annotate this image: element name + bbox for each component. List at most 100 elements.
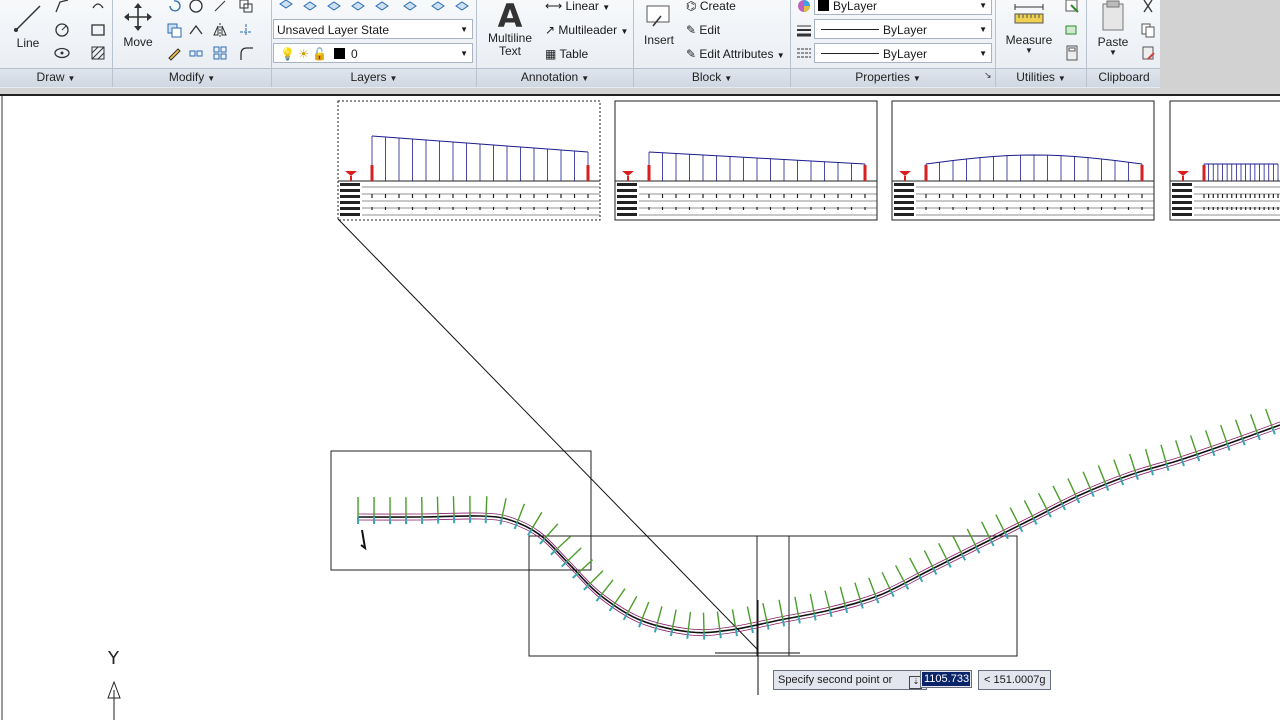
layer-lock-icon[interactable] (400, 0, 420, 16)
multiline-text-button[interactable]: A Multiline Text (484, 0, 536, 62)
cut-icon[interactable] (1138, 0, 1158, 16)
table-button[interactable]: ▦ Table (545, 46, 588, 62)
create-block-button[interactable]: ⌬ Create (686, 0, 736, 14)
trim-icon[interactable] (236, 20, 256, 40)
mirror-icon[interactable] (210, 20, 230, 40)
move-button[interactable]: Move (118, 2, 158, 52)
insert-block-icon (646, 5, 670, 27)
lightbulb-icon: 💡 (280, 47, 295, 61)
layer-properties-icon[interactable] (276, 0, 296, 16)
panel-title-block[interactable]: Block ▼ (634, 69, 790, 85)
layer-dropdown[interactable]: 💡 ☀ 🔓 0 ▼ (273, 43, 473, 63)
lineweight-dropdown[interactable]: ByLayer ▼ (814, 43, 992, 63)
layer-previous-icon[interactable] (452, 0, 472, 16)
ellipse-icon[interactable] (52, 43, 72, 63)
create-block-icon: ⌬ (686, 0, 697, 13)
rectangle-icon[interactable] (88, 20, 108, 40)
layer-state-dropdown[interactable]: Unsaved Layer State ▼ (273, 19, 473, 39)
paste-button[interactable]: Paste ▼ (1092, 0, 1134, 58)
erase-icon[interactable] (164, 43, 184, 63)
layer-color-swatch (333, 48, 345, 59)
panel-title-clipboard[interactable]: Clipboard (1087, 69, 1161, 85)
move-icon (124, 3, 152, 31)
current-layer-value: 0 (351, 47, 358, 61)
edit-block-button[interactable]: ✎ Edit (686, 22, 720, 38)
layer-match-icon[interactable] (428, 0, 448, 16)
ribbon: Line Draw ▼ Move Modify ▼ Unsaved Layer St… (0, 0, 1280, 88)
layer-state-icon[interactable] (300, 0, 320, 16)
profile-view[interactable] (337, 100, 601, 221)
angle-input[interactable]: < 151.0007g (978, 670, 1052, 690)
linetype-sample (821, 29, 879, 30)
sun-icon: ☀ (298, 47, 310, 61)
linetype-dropdown[interactable]: ByLayer ▼ (814, 19, 992, 39)
viewport-frame[interactable] (756, 535, 790, 657)
match-properties-icon[interactable] (794, 0, 814, 16)
rubber-band-line (337, 218, 759, 651)
calculator-icon[interactable] (1062, 43, 1082, 63)
quick-select-icon[interactable] (1062, 0, 1082, 16)
color-swatch (818, 0, 829, 11)
grid-array-icon[interactable] (210, 43, 230, 63)
measure-button[interactable]: Measure ▼ (1002, 2, 1056, 56)
fillet-circle-icon[interactable] (186, 0, 206, 16)
insert-button[interactable]: Insert (640, 2, 678, 52)
stretch-icon[interactable] (186, 20, 206, 40)
polyline-icon[interactable] (52, 0, 72, 16)
multileader-button[interactable]: ↗ Multileader ▼ (545, 22, 628, 40)
panel-title-layers[interactable]: Layers ▼ (272, 69, 476, 85)
dynamic-input-prompt-text: Specify second point or (778, 674, 893, 686)
layer-freeze-icon[interactable] (348, 0, 368, 16)
layer-off-icon[interactable] (372, 0, 392, 16)
ribbon-empty-area (1160, 0, 1280, 88)
text-a-icon: A (497, 0, 523, 35)
angle-input-value: < 151.0007g (984, 674, 1046, 686)
insert-button-label: Insert (643, 33, 674, 47)
panel-title-annotation[interactable]: Annotation ▼ (477, 69, 633, 85)
dynamic-input-prompt: Specify second point or ⇣ (773, 670, 928, 690)
paste-clipboard-icon (1102, 0, 1124, 31)
lineweight-sample (821, 53, 879, 54)
properties-dialog-launcher-icon[interactable]: ↘ (984, 70, 992, 81)
drawing-canvas[interactable] (0, 96, 1280, 720)
multileader-icon: ↗ (545, 23, 556, 37)
line-button-label: Line (16, 36, 40, 50)
viewport-frame[interactable] (330, 450, 592, 571)
scale-icon[interactable] (210, 0, 230, 16)
alignment-plan[interactable] (356, 408, 1280, 640)
panel-title-draw[interactable]: Draw ▼ (0, 69, 112, 85)
profile-view[interactable] (614, 100, 878, 221)
copy-clip-icon[interactable] (1138, 20, 1158, 40)
distance-input[interactable]: 1105.733 (920, 670, 972, 688)
circle-icon[interactable] (52, 20, 72, 40)
array-icon[interactable] (186, 43, 206, 63)
arc-icon[interactable] (88, 0, 108, 16)
edit-block-icon: ✎ (686, 23, 697, 37)
panel-title-utilities[interactable]: Utilities ▼ (996, 69, 1086, 85)
profile-views[interactable] (337, 100, 1280, 221)
measure-button-label: Measure (1005, 33, 1053, 47)
select-similar-icon[interactable] (1062, 20, 1082, 40)
match-paste-icon[interactable] (1138, 43, 1158, 63)
linear-dimension-icon: ⟷ (545, 0, 563, 13)
line-icon (14, 5, 41, 32)
rotate-icon[interactable] (164, 0, 184, 16)
profile-view[interactable] (1169, 100, 1280, 221)
panel-title-properties[interactable]: Properties ▼ (791, 69, 985, 85)
linetype-icon[interactable] (794, 43, 814, 63)
edit-attributes-button[interactable]: ✎ Edit Attributes ▼ (686, 46, 785, 64)
lineweight-icon[interactable] (794, 20, 814, 40)
hatch-icon[interactable] (88, 43, 108, 63)
linear-dimension-button[interactable]: ⟷ Linear ▼ (545, 0, 610, 16)
profile-view[interactable] (891, 100, 1155, 221)
fillet-icon[interactable] (236, 43, 256, 63)
panel-title-modify[interactable]: Modify ▼ (113, 69, 271, 85)
offset-icon[interactable] (236, 0, 256, 16)
layer-isolate-icon[interactable] (324, 0, 344, 16)
distance-input-value: 1105.733 (922, 672, 970, 686)
ribbon-bottom-border (0, 88, 1280, 96)
line-button[interactable]: Line (8, 2, 48, 52)
copy-icon[interactable] (164, 20, 184, 40)
color-dropdown[interactable]: ByLayer ▼ (814, 0, 992, 15)
ruler-icon (1014, 4, 1044, 24)
